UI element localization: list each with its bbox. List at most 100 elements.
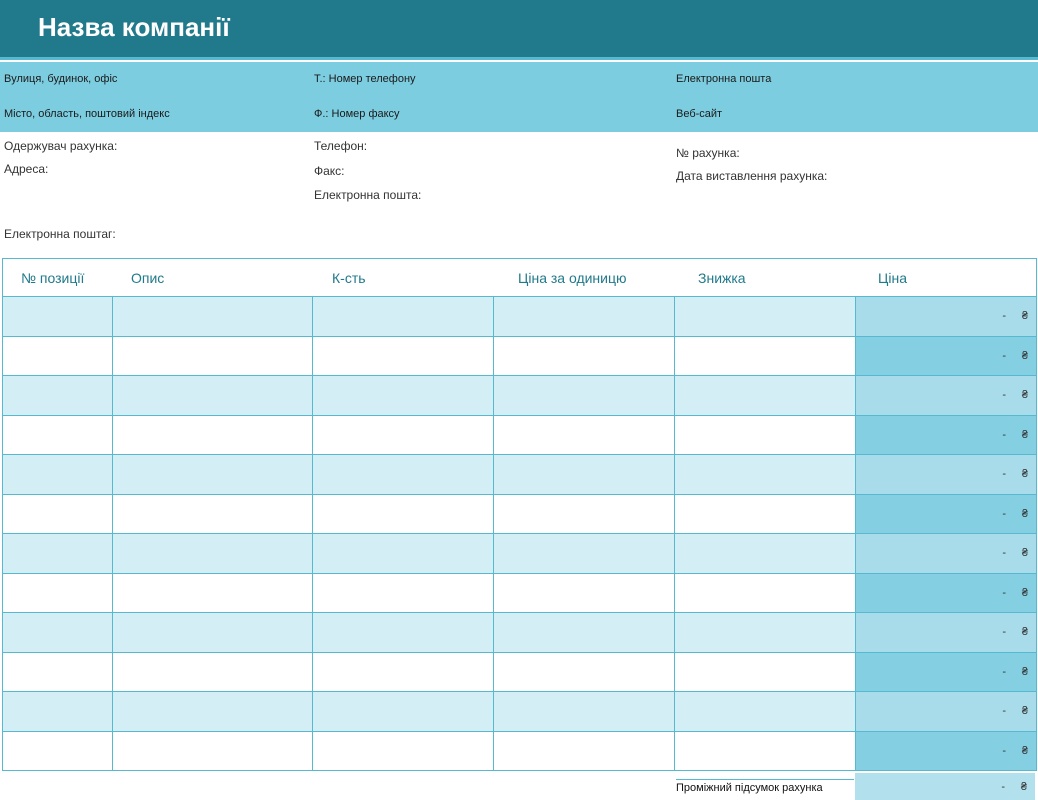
company-name[interactable]: Назва компанії (38, 12, 230, 43)
discount-cell[interactable] (675, 455, 856, 494)
item-no-cell[interactable] (3, 573, 113, 612)
price-value: - (1002, 705, 1006, 717)
phone-number[interactable]: Т.: Номер телефону (314, 73, 416, 85)
discount-cell[interactable] (675, 573, 856, 612)
description-cell[interactable] (113, 376, 313, 415)
table-row: - ₴ (3, 613, 1036, 653)
fax-label[interactable]: Факс: (314, 164, 345, 178)
description-cell[interactable] (113, 613, 313, 652)
discount-cell[interactable] (675, 494, 856, 533)
description-cell[interactable] (113, 297, 313, 336)
item-no-cell[interactable] (3, 415, 113, 454)
price-cell[interactable]: - ₴ (856, 534, 1036, 573)
price-currency: ₴ (1021, 349, 1028, 362)
quantity-cell[interactable] (313, 415, 494, 454)
quantity-cell[interactable] (313, 731, 494, 770)
email-label[interactable]: Електронна поштаг: (4, 227, 116, 241)
price-currency: ₴ (1021, 586, 1028, 599)
price-cell[interactable]: - ₴ (856, 415, 1036, 454)
quantity-cell[interactable] (313, 573, 494, 612)
unit-price-cell[interactable] (494, 336, 675, 375)
website[interactable]: Веб-сайт (676, 108, 722, 120)
quantity-cell[interactable] (313, 652, 494, 691)
description-cell[interactable] (113, 573, 313, 612)
item-no-cell[interactable] (3, 376, 113, 415)
fax-number[interactable]: Ф.: Номер факсу (314, 108, 400, 120)
price-cell[interactable]: - ₴ (856, 376, 1036, 415)
price-currency: ₴ (1021, 705, 1028, 717)
item-no-cell[interactable] (3, 731, 113, 770)
item-no-cell[interactable] (3, 652, 113, 691)
price-value: - (1002, 547, 1006, 559)
quantity-cell[interactable] (313, 376, 494, 415)
unit-price-cell[interactable] (494, 297, 675, 336)
quantity-cell[interactable] (313, 534, 494, 573)
unit-price-cell[interactable] (494, 613, 675, 652)
quantity-cell[interactable] (313, 297, 494, 336)
unit-price-cell[interactable] (494, 731, 675, 770)
description-cell[interactable] (113, 415, 313, 454)
description-cell[interactable] (113, 731, 313, 770)
price-value: - (1002, 507, 1006, 520)
quantity-cell[interactable] (313, 692, 494, 731)
price-cell[interactable]: - ₴ (856, 613, 1036, 652)
price-cell[interactable]: - ₴ (856, 494, 1036, 533)
discount-cell[interactable] (675, 692, 856, 731)
item-no-cell[interactable] (3, 534, 113, 573)
email2-label[interactable]: Електронна пошта: (314, 188, 421, 202)
recipient-label[interactable]: Одержувач рахунка: (4, 139, 117, 153)
city-address[interactable]: Місто, область, поштовий індекс (4, 108, 170, 120)
description-cell[interactable] (113, 692, 313, 731)
description-cell[interactable] (113, 455, 313, 494)
title-bar: Назва компанії (0, 0, 1038, 60)
item-no-cell[interactable] (3, 692, 113, 731)
item-no-cell[interactable] (3, 613, 113, 652)
quantity-cell[interactable] (313, 494, 494, 533)
unit-price-cell[interactable] (494, 692, 675, 731)
price-cell[interactable]: - ₴ (856, 731, 1036, 770)
invoice-number-label[interactable]: № рахунка: (676, 146, 740, 160)
quantity-cell[interactable] (313, 455, 494, 494)
unit-price-cell[interactable] (494, 494, 675, 533)
unit-price-cell[interactable] (494, 455, 675, 494)
price-value: - (1002, 389, 1006, 401)
price-currency: ₴ (1021, 428, 1028, 441)
price-cell[interactable]: - ₴ (856, 573, 1036, 612)
description-cell[interactable] (113, 494, 313, 533)
street-address[interactable]: Вулиця, будинок, офіс (4, 73, 117, 85)
description-cell[interactable] (113, 534, 313, 573)
discount-cell[interactable] (675, 534, 856, 573)
price-cell[interactable]: - ₴ (856, 336, 1036, 375)
unit-price-cell[interactable] (494, 652, 675, 691)
discount-cell[interactable] (675, 336, 856, 375)
price-cell[interactable]: - ₴ (856, 652, 1036, 691)
item-no-cell[interactable] (3, 455, 113, 494)
discount-cell[interactable] (675, 652, 856, 691)
price-cell[interactable]: - ₴ (856, 455, 1036, 494)
subtotal-currency: ₴ (1020, 781, 1027, 793)
unit-price-cell[interactable] (494, 376, 675, 415)
item-no-cell[interactable] (3, 494, 113, 533)
email-address[interactable]: Електронна пошта (676, 73, 771, 85)
price-cell[interactable]: - ₴ (856, 692, 1036, 731)
discount-cell[interactable] (675, 376, 856, 415)
unit-price-cell[interactable] (494, 534, 675, 573)
item-no-cell[interactable] (3, 297, 113, 336)
unit-price-cell[interactable] (494, 573, 675, 612)
quantity-cell[interactable] (313, 336, 494, 375)
unit-price-cell[interactable] (494, 415, 675, 454)
discount-cell[interactable] (675, 415, 856, 454)
header-description: Опис (131, 270, 165, 286)
discount-cell[interactable] (675, 613, 856, 652)
description-cell[interactable] (113, 652, 313, 691)
discount-cell[interactable] (675, 297, 856, 336)
subtotal-value-cell[interactable]: - ₴ (855, 773, 1035, 800)
phone-label[interactable]: Телефон: (314, 139, 367, 153)
discount-cell[interactable] (675, 731, 856, 770)
invoice-date-label[interactable]: Дата виставлення рахунка: (676, 169, 827, 183)
address-label[interactable]: Адреса: (4, 162, 48, 176)
description-cell[interactable] (113, 336, 313, 375)
quantity-cell[interactable] (313, 613, 494, 652)
price-cell[interactable]: - ₴ (856, 297, 1036, 336)
item-no-cell[interactable] (3, 336, 113, 375)
